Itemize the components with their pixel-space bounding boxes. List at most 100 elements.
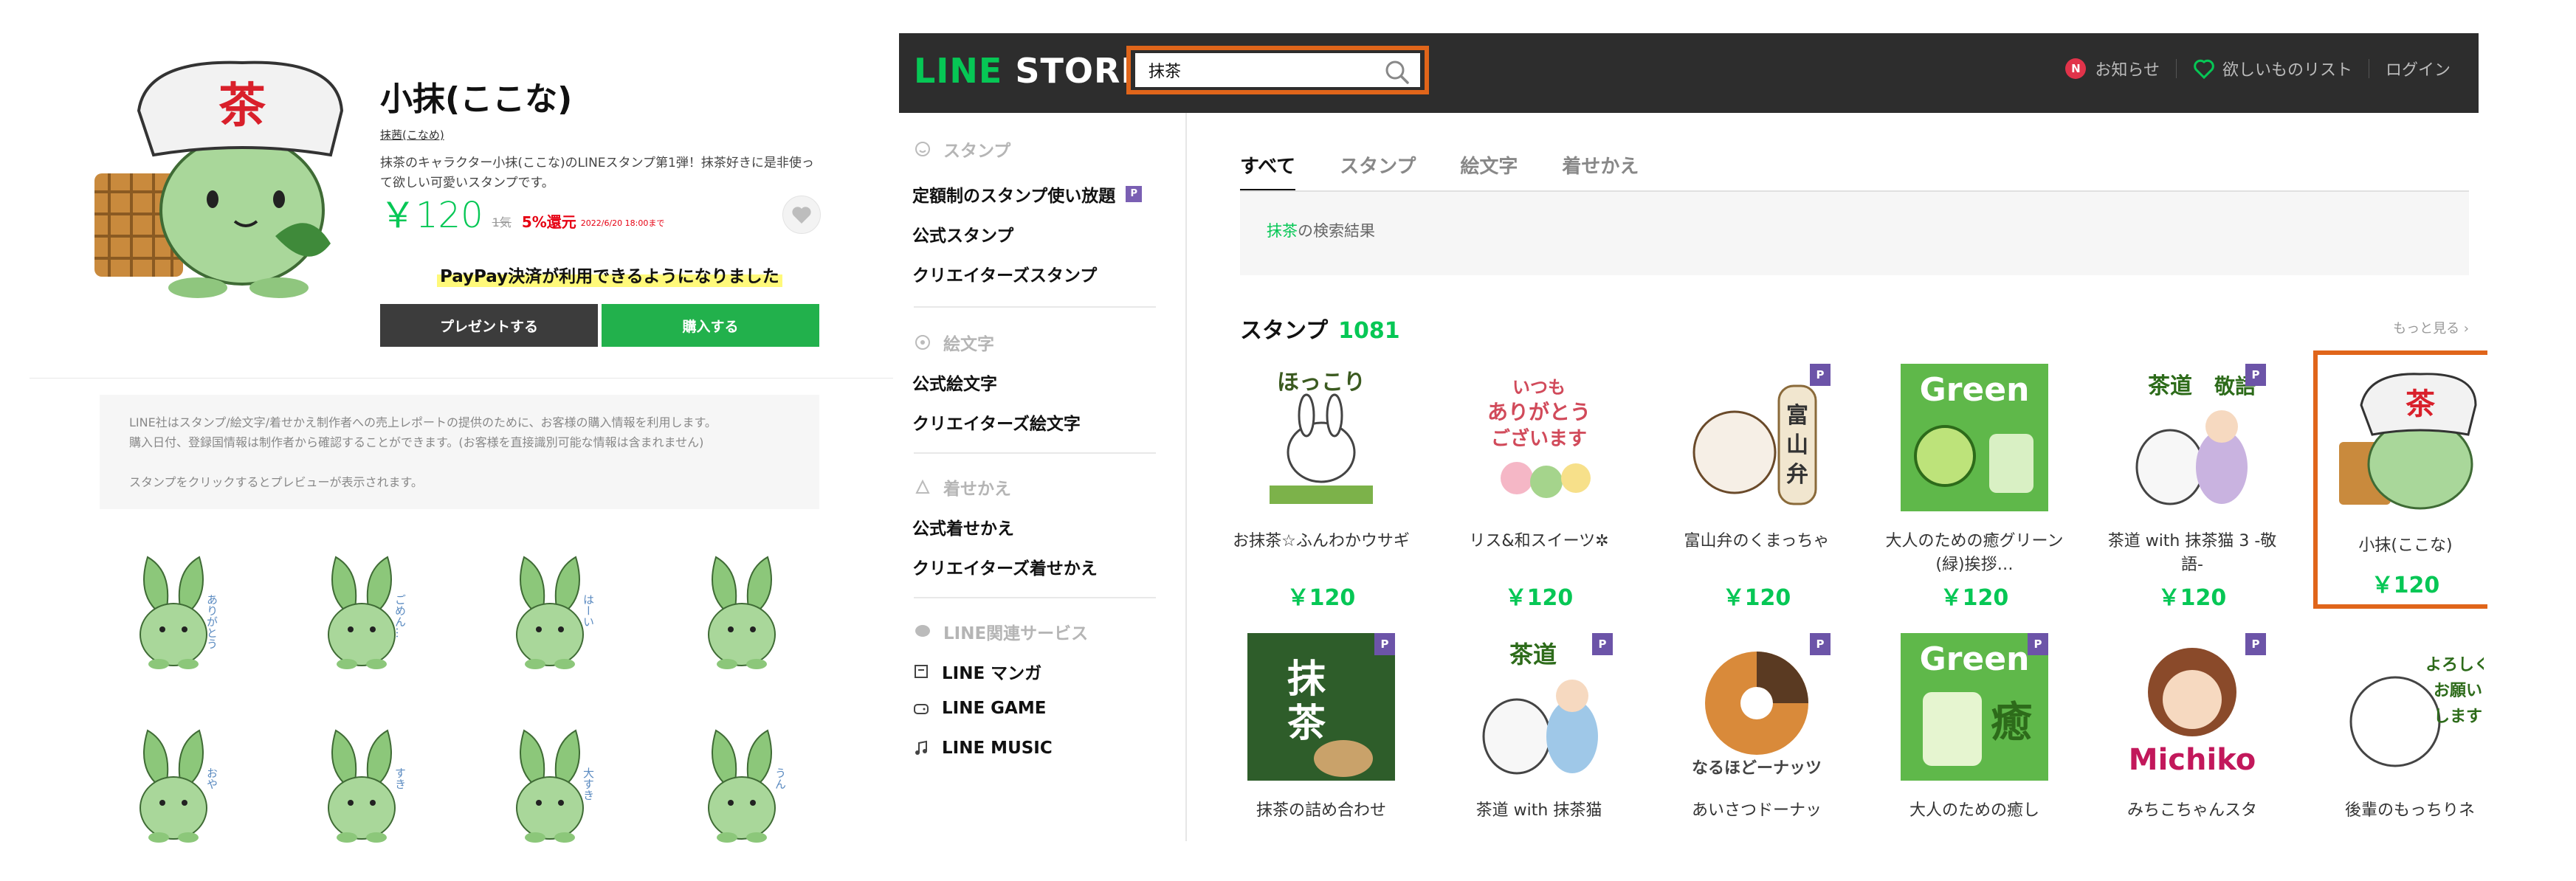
search-input[interactable] xyxy=(1148,53,1370,87)
tab-theme[interactable]: 着せかえ xyxy=(1562,151,1639,192)
sticker-thumbnail[interactable]: 抹茶 xyxy=(1247,633,1395,781)
svg-text:抹: 抹 xyxy=(1287,657,1326,702)
search-icon[interactable] xyxy=(1385,60,1410,85)
product-detail-panel: 茶 小抹(ここな) 抹茜(こなめ) 抹茶のキャラクター小抹(ここな)のLINEス… xyxy=(0,0,908,881)
line-store-logo[interactable]: LINE STORE xyxy=(914,51,1145,91)
gamepad-icon xyxy=(914,704,929,714)
sticker-preview[interactable]: はーい xyxy=(498,542,602,671)
notice-line: LINE社はスタンプ/絵文字/着せかえ制作者への売上レポートの提供のために、お客… xyxy=(129,415,717,429)
premium-badge: P xyxy=(2028,633,2048,655)
sticker-result-card[interactable]: 富山弁 P 富山弁のくまっちゃ ￥120 xyxy=(1664,364,1849,622)
sticker-name: 大人のための癒し xyxy=(1909,801,2039,820)
sticker-name: みちこちゃんスタ xyxy=(2126,801,2257,820)
sidebar-item-official-emoji[interactable]: 公式絵文字 xyxy=(912,370,997,395)
premium-badge: P xyxy=(2245,633,2266,655)
line-store-window: LINE STORE N お知らせ 欲しいものリスト ログイン スタンプ xyxy=(899,33,2487,841)
sticker-result-card[interactable]: Green 癒 P 大人のための癒し xyxy=(1882,633,2067,841)
svg-text:茶道: 茶道 xyxy=(1509,640,1557,668)
sticker-preview[interactable]: うん xyxy=(690,716,793,845)
buy-button[interactable]: 購入する xyxy=(602,304,819,347)
sticker-caption: ありがとう xyxy=(205,594,218,649)
sticker-name: 富山弁のくまっちゃ xyxy=(1684,532,1830,550)
svg-text:なるほどーナッツ: なるほどーナッツ xyxy=(1692,759,1822,778)
sticker-result-card[interactable]: Green 大人のための癒グリーン(緑)挨拶… ￥120 xyxy=(1882,364,2067,622)
sidebar-item-music[interactable]: LINE MUSIC xyxy=(912,739,1053,758)
sticker-thumbnail[interactable]: 富山弁 xyxy=(1683,364,1831,511)
wishlist-heart-button[interactable] xyxy=(782,196,821,234)
header-nav: N お知らせ 欲しいものリスト ログイン xyxy=(2065,57,2451,80)
svg-text:お願い: お願い xyxy=(2434,682,2482,700)
purchase-notice: LINE社はスタンプ/絵文字/着せかえ制作者への売上レポートの提供のために、お客… xyxy=(100,395,819,509)
sidebar-item-creators-stamp[interactable]: クリエイターズスタンプ xyxy=(912,261,1097,286)
sticker-thumbnail[interactable]: 茶 xyxy=(2332,368,2479,516)
svg-text:山: 山 xyxy=(1786,432,1808,458)
notice-line: スタンプをクリックするとプレビューが表示されます。 xyxy=(129,475,423,489)
sticker-thumbnail[interactable]: 茶道 敬語 xyxy=(2118,364,2266,511)
sticker-preview[interactable]: ありがとう xyxy=(122,542,225,671)
sticker-thumbnail[interactable]: Green xyxy=(1901,364,2048,511)
sticker-result-card[interactable]: いつも ありがとう ございます リス&和スイーツ✲ ￥120 xyxy=(1447,364,1631,622)
search-result-summary: 抹茶の検索結果 xyxy=(1240,192,2469,275)
wishlist-link[interactable]: 欲しいものリスト xyxy=(2222,57,2352,80)
sticker-result-card[interactable]: 茶小抹(ここな) ￥120 xyxy=(2313,350,2487,609)
sidebar: スタンプ 定額制のスタンプ使い放題 P 公式スタンプ クリエイターズスタンプ 絵文… xyxy=(899,113,1187,841)
news-link[interactable]: お知らせ xyxy=(2095,57,2160,80)
heart-icon xyxy=(2194,59,2214,79)
hat-character: 茶 xyxy=(218,79,266,134)
sticker-result-card[interactable]: 抹茶 P 抹茶の詰め合わせ xyxy=(1229,633,1413,841)
tab-emoji[interactable]: 絵文字 xyxy=(1460,151,1518,192)
svg-text:Michiko: Michiko xyxy=(2129,743,2256,777)
svg-text:癒: 癒 xyxy=(1991,699,2032,747)
svg-text:ほっこり: ほっこり xyxy=(1277,370,1366,395)
sidebar-item-subscription[interactable]: 定額制のスタンプ使い放題 P xyxy=(912,182,1143,207)
sidebar-item-game[interactable]: LINE GAME xyxy=(912,699,1046,718)
sidebar-item-creators-theme[interactable]: クリエイターズ着せかえ xyxy=(912,554,1098,579)
sticker-result-card[interactable]: Michiko P みちこちゃんスタ xyxy=(2100,633,2284,841)
sticker-preview[interactable]: 大すき xyxy=(498,716,602,845)
svg-text:いつも: いつも xyxy=(1512,377,1566,398)
sticker-preview[interactable]: ごめん… xyxy=(310,542,413,671)
sticker-result-card[interactable]: なるほどーナッツ P あいさつドーナッ xyxy=(1664,633,1849,841)
sticker-result-card[interactable]: よろしくお願いします後輩のもっちりネ xyxy=(2318,633,2487,841)
store-header: LINE STORE N お知らせ 欲しいものリスト ログイン xyxy=(899,33,2479,113)
sticker-caption: はーい xyxy=(582,594,595,627)
music-note-icon xyxy=(915,740,927,755)
sticker-thumbnail[interactable]: ほっこり xyxy=(1247,364,1395,511)
sticker-preview[interactable] xyxy=(690,542,793,671)
sticker-result-card[interactable]: 茶道 敬語 P 茶道 with 抹茶猫 3 -敬語- ￥120 xyxy=(2100,364,2284,622)
sidebar-item-official-theme[interactable]: 公式着せかえ xyxy=(912,514,1014,539)
sidebar-section-theme: 着せかえ xyxy=(914,474,1011,500)
svg-text:よろしく: よろしく xyxy=(2425,656,2484,674)
sticker-preview[interactable]: おや xyxy=(122,716,225,845)
search-box xyxy=(1126,46,1429,94)
sticker-result-card[interactable]: ほっこり お抹茶☆ふんわかウサギ ￥120 xyxy=(1229,364,1413,622)
sticker-thumbnail[interactable]: Michiko xyxy=(2118,633,2266,781)
sidebar-item-manga[interactable]: LINE マンガ xyxy=(912,659,1041,684)
sticker-thumbnail[interactable]: いつもありがとうございます xyxy=(1465,364,1613,511)
sticker-name: 後輩のもっちりネ xyxy=(2344,801,2475,820)
sidebar-item-creators-emoji[interactable]: クリエイターズ絵文字 xyxy=(912,410,1081,435)
sticker-name: 抹茶の詰め合わせ xyxy=(1256,801,1386,820)
svg-text:茶: 茶 xyxy=(1287,702,1326,746)
more-link[interactable]: もっと見る › xyxy=(2393,318,2469,337)
sticker-caption: 大すき xyxy=(582,767,595,801)
sticker-name: 大人のための癒グリーン(緑)挨拶… xyxy=(1885,532,2064,574)
sticker-result-card[interactable]: 茶道 P 茶道 with 抹茶猫 xyxy=(1447,633,1631,841)
tab-all[interactable]: すべて xyxy=(1240,151,1296,192)
sidebar-item-official-stamp[interactable]: 公式スタンプ xyxy=(912,221,1013,246)
chat-bubble-icon xyxy=(915,625,930,637)
sticker-thumbnail[interactable]: なるほどーナッツ xyxy=(1683,633,1831,781)
premium-badge: P xyxy=(1810,364,1831,386)
sticker-thumbnail[interactable]: よろしくお願いします xyxy=(2336,633,2484,781)
svg-text:します: します xyxy=(2434,708,2482,726)
sticker-caption: うん xyxy=(774,767,787,790)
sticker-thumbnail[interactable]: Green 癒 xyxy=(1901,633,2048,781)
tab-stamp[interactable]: スタンプ xyxy=(1340,151,1416,192)
sticker-preview[interactable]: すき xyxy=(310,716,413,845)
premium-badge: P xyxy=(2245,364,2266,386)
premium-badge: P xyxy=(1126,186,1143,202)
gift-button[interactable]: プレゼントする xyxy=(380,304,598,347)
sticker-thumbnail[interactable]: 茶道 xyxy=(1465,633,1613,781)
author-link[interactable]: 抹茜(こなめ) xyxy=(380,127,444,142)
login-link[interactable]: ログイン xyxy=(2386,57,2451,80)
